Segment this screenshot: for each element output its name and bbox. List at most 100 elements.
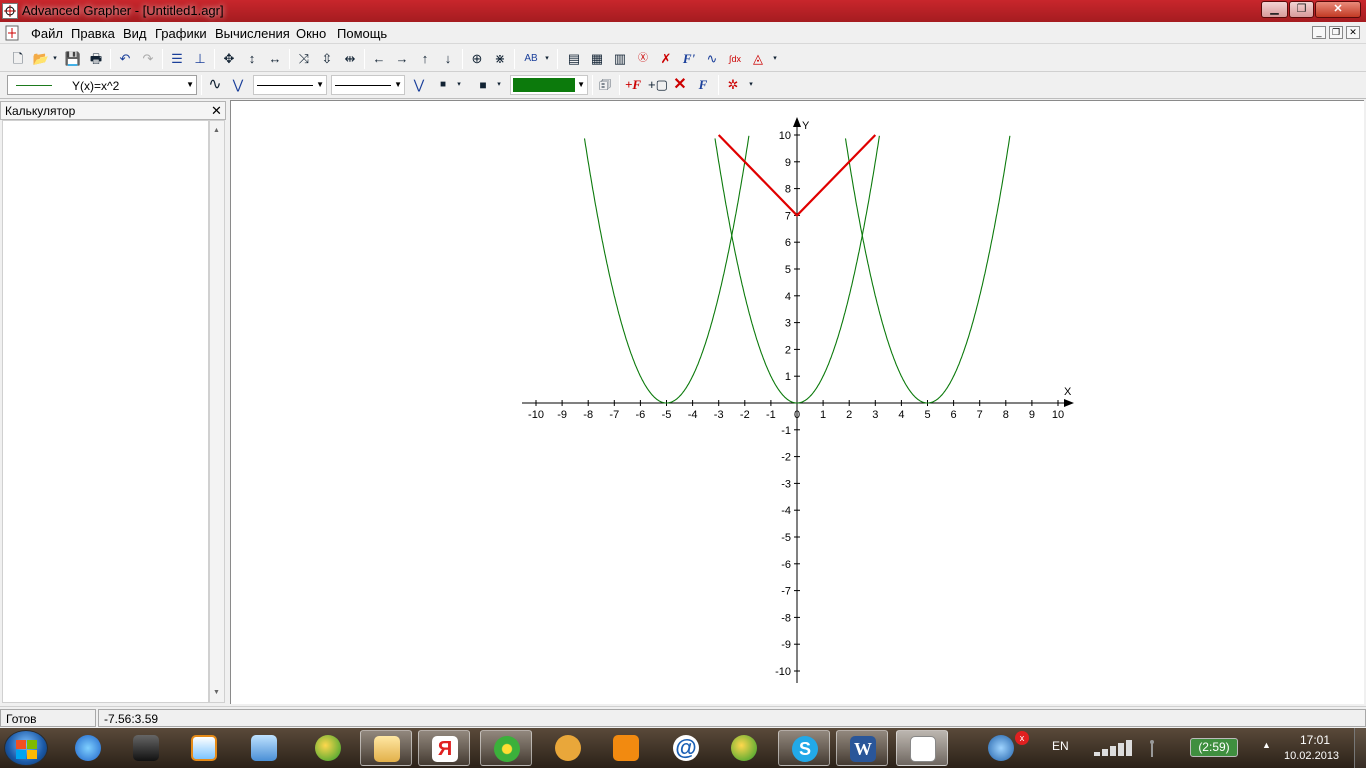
menu-calculations[interactable]: Вычисления — [215, 26, 290, 41]
arrow-up-icon[interactable]: ↑ — [416, 50, 434, 68]
line-width-select[interactable]: ▼ — [331, 75, 405, 95]
labels-icon[interactable]: AB — [520, 50, 542, 68]
x-tick-label: -6 — [636, 409, 646, 421]
derivative-icon[interactable]: F' — [680, 50, 698, 68]
scroll-down-icon[interactable]: ▼ — [213, 689, 220, 696]
taskbar-media[interactable] — [178, 730, 230, 766]
arrow-right-icon[interactable]: → — [393, 50, 411, 68]
signal-bars-icon[interactable] — [1094, 739, 1138, 757]
document-icon[interactable] — [4, 25, 20, 41]
graph-canvas[interactable]: X Y -10 -9 -8 -7 -6 -5 -4 -3 -2 -1 0 1 2 3 4 5 6 7 8 9 10 -10 -9… — [230, 100, 1364, 704]
menu-view[interactable]: Вид — [123, 26, 147, 41]
integral-icon[interactable]: ∫dx — [726, 50, 744, 68]
calculator-area[interactable] — [2, 120, 209, 703]
taskbar-yandex[interactable]: Я — [418, 730, 470, 766]
taskbar-mailru[interactable]: @ — [660, 730, 712, 766]
add-function-icon[interactable]: +F — [624, 76, 642, 94]
tangent-icon[interactable]: ∿ — [703, 50, 721, 68]
add-object-icon[interactable]: +▢ — [648, 76, 668, 94]
panel-scrollbar[interactable]: ▲ ▼ — [209, 120, 225, 703]
taskbar-app[interactable] — [120, 730, 172, 766]
graph-properties-icon[interactable]: 🗊 — [596, 76, 614, 94]
undo-icon[interactable]: ↶ — [116, 50, 134, 68]
color-select[interactable]: ▼ — [510, 75, 588, 95]
move-horizontal-icon[interactable]: ↔ — [266, 50, 284, 68]
point-size-icon[interactable]: ■ — [474, 76, 492, 94]
crosshair-icon[interactable]: ⊕ — [468, 50, 486, 68]
antenna-icon[interactable] — [1145, 738, 1159, 758]
minimize-button[interactable]: ▁ — [1261, 1, 1288, 18]
list-icon[interactable]: ☰ — [168, 50, 186, 68]
open-folder-icon[interactable]: 📂 — [32, 50, 50, 68]
taskbar-word[interactable]: W — [836, 730, 888, 766]
show-desktop-button[interactable] — [1354, 728, 1366, 768]
solid-line-sample — [257, 85, 313, 86]
taskbar-skype[interactable]: S — [778, 730, 830, 766]
taskbar-mail[interactable] — [238, 730, 290, 766]
taskbar-app2[interactable] — [542, 730, 594, 766]
plot-svg[interactable]: XY-10 -9 -8 -7 -6 -5 -4 -3 -2 -1 0 1 2 3 4 5 6 7 8 9 10-10-9… — [231, 101, 1365, 705]
print-icon[interactable]: 🖶 — [87, 50, 105, 68]
new-file-icon[interactable]: 🗋 — [9, 50, 27, 68]
open-dropdown-icon[interactable]: ▾ — [50, 50, 60, 68]
maximize-button[interactable]: ❐ — [1289, 1, 1314, 18]
table-icon[interactable]: ▥ — [611, 50, 629, 68]
save-icon[interactable]: 💾 — [64, 50, 82, 68]
taskbar-odnoklassniki[interactable] — [600, 730, 652, 766]
taskbar-explorer[interactable] — [360, 730, 412, 766]
menu-file[interactable]: Файл — [31, 26, 63, 41]
menu-graphs[interactable]: Графики — [155, 26, 207, 41]
clock-date[interactable]: 10.02.2013 — [1284, 750, 1339, 762]
grid-icon[interactable]: ⋇ — [491, 50, 509, 68]
taskbar-icq[interactable] — [480, 730, 532, 766]
taskbar-ie[interactable] — [62, 730, 114, 766]
delete-icon[interactable]: ✕ — [671, 76, 689, 94]
point-size-dropdown-icon[interactable]: ▾ — [494, 76, 504, 94]
clock-time[interactable]: 17:01 — [1300, 733, 1330, 747]
battery-indicator[interactable]: (2:59) — [1190, 738, 1238, 757]
app-icon[interactable] — [2, 3, 18, 19]
area-icon[interactable]: ◬ — [749, 50, 767, 68]
zoom-in-icon[interactable]: ⤨ — [295, 50, 313, 68]
trace-dropdown-icon[interactable]: ▾ — [746, 76, 756, 94]
line-style-select[interactable]: ▼ — [253, 75, 327, 95]
function-select[interactable]: Y(x)=x^2 ▼ — [7, 75, 197, 95]
zoom-horizontal-icon[interactable]: ⇹ — [341, 50, 359, 68]
menu-help[interactable]: Помощь — [337, 26, 387, 41]
mdi-restore-button[interactable]: ❐ — [1329, 26, 1343, 39]
arrow-down-icon[interactable]: ↓ — [439, 50, 457, 68]
edit-function-icon[interactable]: F — [694, 76, 712, 94]
trace-icon[interactable]: ✲ — [724, 76, 742, 94]
mdi-minimize-button[interactable]: _ — [1312, 26, 1326, 39]
smooth-line-icon[interactable]: ∿ — [206, 76, 224, 94]
menu-window[interactable]: Окно — [296, 26, 326, 41]
axes-icon[interactable]: ⊥ — [191, 50, 209, 68]
close-button[interactable]: ✕ — [1315, 1, 1361, 18]
labels-dropdown-icon[interactable]: ▾ — [542, 50, 552, 68]
zoom-vertical-icon[interactable]: ⇳ — [318, 50, 336, 68]
intersection-icon[interactable]: ✗ — [657, 50, 675, 68]
menu-edit[interactable]: Правка — [71, 26, 115, 41]
broken-line-icon[interactable]: ⋁ — [229, 76, 247, 94]
taskbar-advanced-grapher[interactable] — [896, 730, 948, 766]
table-of-values-icon[interactable]: Ⓧ — [634, 50, 652, 68]
close-icon[interactable]: ✕ — [211, 103, 222, 119]
taskbar-tray-app[interactable]: x — [975, 730, 1029, 766]
taskbar-browser[interactable] — [302, 730, 354, 766]
point-style-dropdown-icon[interactable]: ▾ — [454, 76, 464, 94]
mdi-close-button[interactable]: ✕ — [1346, 26, 1360, 39]
scroll-up-icon[interactable]: ▲ — [213, 127, 220, 134]
redo-icon[interactable]: ↷ — [139, 50, 157, 68]
calculator-icon[interactable]: ▦ — [588, 50, 606, 68]
move-vertical-icon[interactable]: ↕ — [243, 50, 261, 68]
marker-type-icon[interactable]: ⋁ — [410, 76, 428, 94]
language-indicator[interactable]: EN — [1052, 739, 1069, 753]
point-style-icon[interactable]: ■ — [434, 76, 452, 94]
move-icon[interactable]: ✥ — [220, 50, 238, 68]
arrow-left-icon[interactable]: ← — [370, 50, 388, 68]
taskbar-amigo[interactable] — [718, 730, 770, 766]
panel-icon[interactable]: ▤ — [565, 50, 583, 68]
calc-dropdown-icon[interactable]: ▾ — [770, 50, 780, 68]
show-hidden-icons-icon[interactable]: ▲ — [1262, 740, 1271, 750]
start-button[interactable] — [4, 730, 48, 766]
